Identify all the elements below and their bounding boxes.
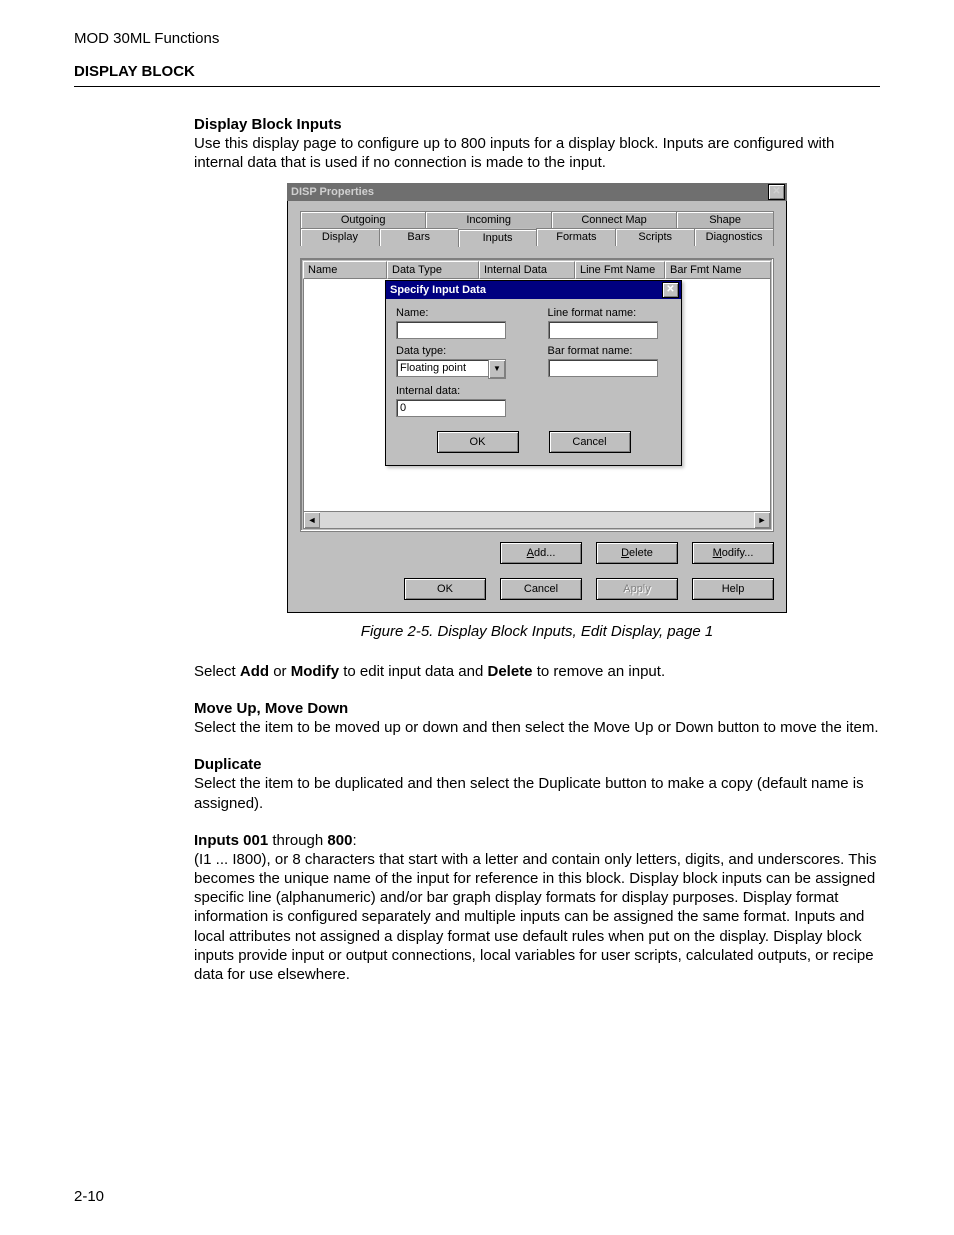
inputs-list[interactable]: Specify Input Data ✕ Name: — [303, 279, 771, 512]
specify-input-data-dialog: Specify Input Data ✕ Name: — [385, 280, 682, 466]
help-button[interactable]: Help — [692, 578, 774, 600]
ok-button[interactable]: OK — [404, 578, 486, 600]
after-fig-mid2: to edit input data and — [339, 663, 487, 680]
after-fig-post: to remove an input. — [533, 663, 666, 680]
tab-connect-map[interactable]: Connect Map — [551, 211, 676, 228]
intro-heading: Display Block Inputs — [194, 116, 342, 133]
modal-titlebar[interactable]: Specify Input Data ✕ — [386, 281, 681, 299]
tabs-back-row: Outgoing Incoming Connect Map Shape — [300, 211, 774, 228]
col-bar-fmt[interactable]: Bar Fmt Name — [665, 261, 771, 279]
modal-title: Specify Input Data — [390, 284, 486, 296]
section-title: DISPLAY BLOCK — [74, 63, 880, 80]
tab-shape[interactable]: Shape — [676, 211, 774, 228]
bar-fmt-input[interactable] — [548, 359, 658, 377]
horizontal-scrollbar[interactable]: ◄ ► — [303, 512, 771, 529]
page-number: 2-10 — [74, 1188, 104, 1205]
divider — [74, 86, 880, 87]
scroll-right-icon[interactable]: ► — [754, 512, 770, 528]
name-input[interactable] — [396, 321, 506, 339]
moveud-text: Select the item to be moved up or down a… — [194, 719, 879, 736]
modal-cancel-button[interactable]: Cancel — [549, 431, 631, 453]
modal-ok-button[interactable]: OK — [437, 431, 519, 453]
inputs-note-b2: 800 — [327, 832, 352, 849]
close-icon[interactable]: ✕ — [768, 184, 785, 200]
tab-diagnostics[interactable]: Diagnostics — [694, 228, 774, 246]
intro-text: Use this display page to configure up to… — [194, 135, 834, 171]
col-data-type[interactable]: Data Type — [387, 261, 479, 279]
internal-data-input[interactable] — [396, 399, 506, 417]
inputs-note-mid: through — [268, 832, 327, 849]
inputs-note-colon: : — [352, 832, 356, 849]
cancel-button[interactable]: Cancel — [500, 578, 582, 600]
modal-close-icon[interactable]: ✕ — [662, 282, 679, 298]
tab-outgoing[interactable]: Outgoing — [300, 211, 425, 228]
modify-button[interactable]: Modify... — [692, 542, 774, 564]
scroll-left-icon[interactable]: ◄ — [304, 512, 320, 528]
col-line-fmt[interactable]: Line Fmt Name — [575, 261, 665, 279]
tab-scripts[interactable]: Scripts — [615, 228, 694, 246]
chevron-down-icon[interactable]: ▼ — [488, 359, 506, 379]
add-button[interactable]: Add... — [500, 542, 582, 564]
line-fmt-input[interactable] — [548, 321, 658, 339]
tab-inputs[interactable]: Inputs — [458, 229, 537, 247]
after-fig-mid1: or — [269, 663, 291, 680]
inputs-note-text: (I1 ... I800), or 8 characters that star… — [194, 851, 877, 983]
moveud-heading: Move Up, Move Down — [194, 700, 348, 717]
label-internal: Internal data: — [396, 385, 520, 397]
inputs-note-b1: Inputs 001 — [194, 832, 268, 849]
figure-caption: Figure 2-5. Display Block Inputs, Edit D… — [194, 623, 880, 640]
after-fig-b3: Delete — [488, 663, 533, 680]
tab-bars[interactable]: Bars — [379, 228, 458, 246]
label-data-type: Data type: — [396, 345, 520, 357]
dialog-title: DISP Properties — [291, 186, 374, 198]
col-name[interactable]: Name — [303, 261, 387, 279]
dup-text: Select the item to be duplicated and the… — [194, 775, 864, 811]
running-head: MOD 30ML Functions — [74, 30, 880, 47]
tab-formats[interactable]: Formats — [536, 228, 615, 246]
disp-properties-dialog: DISP Properties ✕ Outgoing Incoming Conn… — [287, 183, 787, 613]
col-internal-data[interactable]: Internal Data — [479, 261, 575, 279]
tab-display[interactable]: Display — [300, 228, 379, 246]
label-name: Name: — [396, 307, 520, 319]
inputs-table: Name Data Type Internal Data Line Fmt Na… — [300, 258, 774, 532]
tab-incoming[interactable]: Incoming — [425, 211, 550, 228]
apply-button[interactable]: Apply — [596, 578, 678, 600]
after-fig-b2: Modify — [291, 663, 339, 680]
data-type-select[interactable]: ▼ — [396, 359, 506, 379]
after-fig-b1: Add — [240, 663, 269, 680]
after-fig-pre: Select — [194, 663, 240, 680]
label-line-fmt: Line format name: — [548, 307, 672, 319]
tabs-front-row: Display Bars Inputs Formats Scripts Diag… — [300, 228, 774, 246]
dup-heading: Duplicate — [194, 756, 262, 773]
dialog-titlebar[interactable]: DISP Properties ✕ — [287, 183, 787, 201]
delete-button[interactable]: Delete — [596, 542, 678, 564]
data-type-value[interactable] — [396, 359, 488, 377]
label-bar-fmt: Bar format name: — [548, 345, 672, 357]
